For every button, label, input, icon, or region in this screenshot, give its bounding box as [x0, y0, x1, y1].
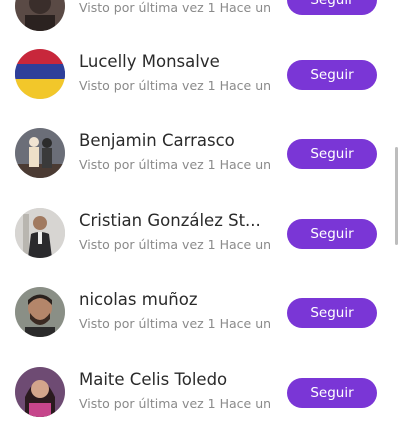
last-seen: Visto por última vez 1 Hace un ... — [79, 237, 274, 252]
avatar[interactable] — [15, 128, 65, 178]
user-row[interactable]: Lucelly Monsalve Visto por última vez 1 … — [0, 48, 400, 127]
user-row[interactable]: Visto por última vez 1 Hace un ... Segui… — [0, 0, 400, 48]
avatar[interactable] — [15, 287, 65, 337]
follow-button[interactable]: Seguir — [287, 0, 377, 15]
last-seen: Visto por última vez 1 Hace un ... — [79, 316, 274, 331]
avatar[interactable] — [15, 208, 65, 258]
scrollbar[interactable] — [395, 147, 398, 245]
user-name: Maite Celis Toledo — [79, 370, 228, 389]
user-row[interactable]: Cristian González St... Visto por última… — [0, 207, 400, 286]
user-row[interactable]: Benjamin Carrasco Visto por última vez 1… — [0, 127, 400, 206]
last-seen: Visto por última vez 1 Hace un ... — [79, 396, 274, 411]
avatar[interactable] — [15, 49, 65, 99]
follow-button[interactable]: Seguir — [287, 139, 377, 169]
avatar-man-in-suit — [15, 208, 65, 258]
last-seen: Visto por última vez 1 Hace un ... — [79, 0, 274, 15]
avatar-woman-pink — [15, 367, 65, 417]
avatar-costume-figures — [15, 128, 65, 178]
avatar[interactable] — [15, 367, 65, 417]
user-name: Cristian González St... — [79, 211, 261, 230]
user-name: nicolas muñoz — [79, 290, 198, 309]
follow-button[interactable]: Seguir — [287, 298, 377, 328]
avatar-bearded-man — [15, 287, 65, 337]
user-name: Lucelly Monsalve — [79, 52, 220, 71]
follow-button[interactable]: Seguir — [287, 60, 377, 90]
last-seen: Visto por última vez 1 Hace un ... — [79, 78, 274, 93]
avatar-colombia-flag — [15, 49, 65, 99]
user-row[interactable]: Maite Celis Toledo Visto por última vez … — [0, 366, 400, 445]
user-name: Benjamin Carrasco — [79, 131, 235, 150]
follow-button[interactable]: Seguir — [287, 219, 377, 249]
last-seen: Visto por última vez 1 Hace un ... — [79, 157, 274, 172]
avatar[interactable] — [15, 0, 65, 31]
user-row[interactable]: nicolas muñoz Visto por última vez 1 Hac… — [0, 286, 400, 365]
avatar-dark-portrait — [15, 0, 65, 31]
follow-button[interactable]: Seguir — [287, 378, 377, 408]
following-list: Visto por última vez 1 Hace un ... Segui… — [0, 0, 400, 417]
